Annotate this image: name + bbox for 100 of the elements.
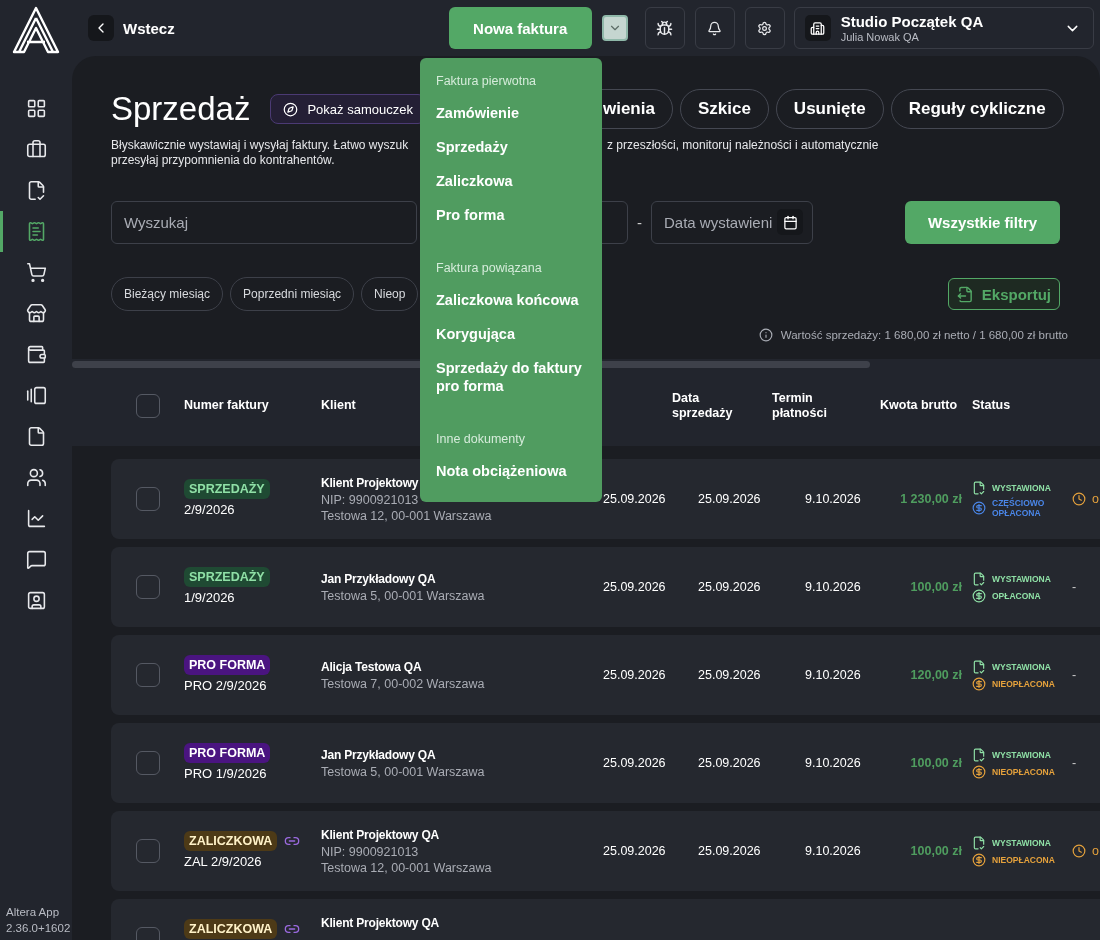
empty-value: - (1072, 668, 1078, 682)
back-button[interactable]: Wstecz (88, 15, 175, 41)
menu-section-label: Inne dokumenty (436, 431, 526, 447)
date-cell-text: 9.10.2026 (804, 756, 862, 770)
due-status: o (1092, 844, 1099, 858)
row-checkbox[interactable] (136, 663, 160, 687)
client-name: Klient Projektowy QA (321, 827, 441, 844)
client-detail: Testowa 5, 00-001 Warszawa (321, 588, 486, 604)
page-title: Sprzedaż (111, 89, 251, 129)
due-status: o (1092, 492, 1099, 506)
invoice-type-tag: PRO FORMA (184, 743, 271, 763)
settings-button[interactable] (744, 7, 785, 49)
column-header[interactable]: Status (972, 398, 1072, 413)
invoice-row[interactable]: ZALICZKOWA ZAL 2/9/2026 Klient Projektowy QA NIP: 9900921013 Testowa 12, 00-001 Warszawa 25.09.2026 25.09.2026 9.10.2026 100,00 zł WYSTAWIONA NIEOPŁACONA o (111, 811, 1100, 891)
client-detail: Testowa 7, 00-002 Warszawa (321, 676, 486, 692)
date-cell-text: 9.10.2026 (804, 492, 862, 506)
app-name: Altera App (6, 905, 61, 920)
client-detail: NIP: 9900921013 (321, 492, 420, 508)
column-header[interactable]: Numer faktury (184, 398, 321, 413)
empty-value: - (1072, 756, 1078, 770)
chat-icon (25, 549, 47, 570)
line-chart-icon (25, 508, 47, 529)
grid-icon (25, 98, 47, 119)
calendar-icon (782, 214, 798, 230)
amount-cell-text: 100,00 zł (909, 844, 963, 858)
document-check-icon (972, 747, 986, 762)
cart-icon (25, 262, 47, 283)
column-header[interactable]: Kwota brutto (880, 398, 972, 413)
notifications-button[interactable] (694, 7, 735, 49)
document-check-icon (972, 571, 986, 586)
client-name: Jan Przykładowy QA (321, 571, 437, 588)
user-name: Julia Nowak QA (840, 30, 920, 44)
issue-status: WYSTAWIONA (992, 837, 1051, 848)
invoice-type-tag: ZALICZKOWA (184, 919, 278, 939)
export-button[interactable]: Eksportuj (947, 278, 1060, 310)
date-cell-text: 25.09.2026 (602, 844, 667, 858)
date-cell-text: 25.09.2026 (602, 580, 667, 594)
date-cell-text: 9.10.2026 (804, 844, 862, 858)
amount-cell-text: 1 230,00 zł (899, 492, 963, 506)
document-check-icon (972, 480, 986, 495)
description-text: z przeszłości, monitoruj należności i automatycznie (606, 138, 880, 153)
invoice-number: ZAL 2/9/2026 (184, 854, 262, 869)
date-separator: - (637, 214, 642, 231)
issue-status: WYSTAWIONA (992, 661, 1051, 672)
issue-status: WYSTAWIONA (992, 749, 1051, 760)
client-name: Klient Projektowy (321, 475, 420, 492)
briefcase-icon (25, 139, 47, 160)
wallet-icon (25, 344, 47, 365)
select-all-checkbox[interactable] (136, 393, 160, 418)
date-cell-text: 25.09.2026 (697, 756, 762, 770)
column-header[interactable]: Data sprzedaży (672, 390, 772, 421)
date-to-field[interactable]: Data wystawieni (651, 201, 813, 244)
description-text: przesyłaj przypomnienia do kontrahentów. (111, 153, 336, 168)
invoice-row[interactable]: PRO FORMA PRO 2/9/2026 Alicja Testowa QA Testowa 7, 00-002 Warszawa 25.09.2026 25.09.2026 9.10.2026 120,00 zł WYSTAWIONA NIEOPŁACONA - (111, 635, 1100, 715)
users-icon (25, 467, 47, 488)
row-checkbox[interactable] (136, 751, 160, 775)
client-name: Jan Przykładowy QA (321, 747, 437, 764)
client-name: Klient Projektowy QA (321, 915, 441, 932)
invoice-number: 1/9/2026 (184, 590, 235, 605)
invoice-row[interactable]: PRO FORMA PRO 1/9/2026 Jan Przykładowy QA Testowa 5, 00-001 Warszawa 25.09.2026 25.09.2026 9.10.2026 100,00 zł WYSTAWIONA NIEOPŁACONA - (111, 723, 1100, 803)
date-cell-text: 25.09.2026 (697, 844, 762, 858)
payment-status: NIEOPŁACONA (992, 854, 1054, 865)
document-check-icon (972, 659, 986, 674)
payment-status: OPŁACONA (992, 590, 1041, 601)
date-cell-text: 25.09.2026 (697, 492, 762, 506)
client-detail: Testowa 12, 00-001 Warszawa (321, 860, 493, 876)
cards-icon (25, 385, 47, 406)
client-detail: Testowa 5, 00-001 Warszawa (321, 764, 486, 780)
invoice-type-tag: SPRZEDAŻY (184, 479, 270, 499)
bug-button[interactable] (644, 7, 685, 49)
issue-status: WYSTAWIONA (992, 482, 1051, 493)
user-card-icon (25, 590, 47, 611)
empty-value: - (1072, 580, 1078, 594)
store-icon (25, 303, 47, 324)
row-checkbox[interactable] (136, 487, 160, 511)
info-icon (758, 328, 773, 342)
invoice-type-tag: ZALICZKOWA (184, 831, 278, 851)
payment-status: NIEOPŁACONA (992, 678, 1054, 689)
date-cell-text: 9.10.2026 (804, 668, 862, 682)
company-selector[interactable]: Studio Początek QA Julia Nowak QA (793, 7, 1094, 49)
bug-icon (656, 19, 674, 37)
menu-section-label: Faktura pierwotna (436, 73, 538, 89)
dropdown-toggle-button[interactable] (601, 15, 628, 41)
invoice-type-tag: PRO FORMA (184, 655, 271, 675)
description-text: Błyskawicznie wystawiaj i wysyłaj faktury. Łatwo wyszuk (111, 138, 410, 153)
invoice-type-tag: SPRZEDAŻY (184, 567, 270, 587)
client-detail: NIP: 9900921013 (321, 844, 420, 860)
menu-section-label: Faktura powiązana (436, 260, 543, 276)
date-cell-text: 25.09.2026 (697, 580, 762, 594)
row-checkbox[interactable] (136, 575, 160, 599)
invoice-row[interactable]: SPRZEDAŻY 1/9/2026 Jan Przykładowy QA Testowa 5, 00-001 Warszawa 25.09.2026 25.09.2026 9.10.2026 100,00 zł WYSTAWIONA OPŁACONA - (111, 547, 1100, 627)
export-icon (956, 285, 974, 303)
date-cell-text: 9.10.2026 (804, 580, 862, 594)
client-name: Alicja Testowa QA (321, 659, 423, 676)
invoice-row[interactable]: ZALICZKOWA Klient Projektowy QA (111, 899, 1100, 940)
amount-cell-text: 120,00 zł (909, 668, 963, 682)
app-version: 2.36.0+1602 (6, 921, 71, 936)
column-header[interactable]: Termin płatności (772, 390, 880, 421)
search-field[interactable]: Wyszukaj (111, 201, 417, 244)
row-checkbox[interactable] (136, 839, 160, 863)
